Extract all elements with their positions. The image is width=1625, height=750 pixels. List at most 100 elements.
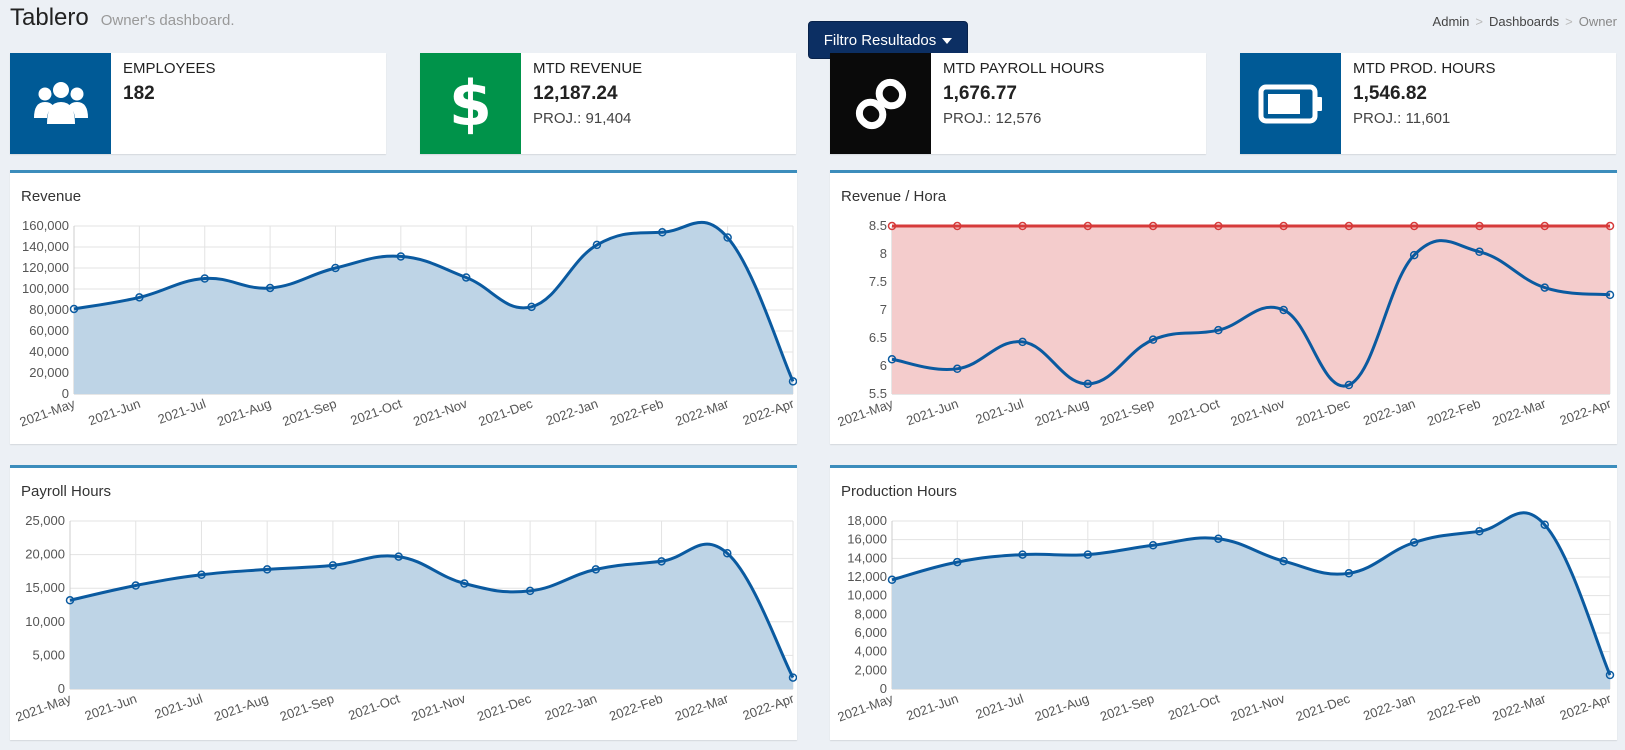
x-tick-label: 2022-Feb bbox=[1425, 691, 1482, 724]
y-tick-label: 80,000 bbox=[29, 302, 69, 317]
x-tick-label: 2021-Sep bbox=[1098, 396, 1156, 429]
y-tick-label: 7 bbox=[880, 302, 887, 317]
y-tick-label: 60,000 bbox=[29, 323, 69, 338]
x-tick-label: 2022-Mar bbox=[1490, 395, 1548, 428]
y-tick-label: 18,000 bbox=[847, 513, 887, 528]
dollar-icon: $ bbox=[420, 53, 521, 154]
breadcrumb: Admin > Dashboards > Owner bbox=[1433, 14, 1617, 29]
x-tick-label: 2021-Oct bbox=[1166, 396, 1222, 429]
x-tick-label: 2021-Aug bbox=[215, 396, 273, 429]
revenue-per-hour-chart: 5.566.577.588.52021-May 2021-Jun 2021-Jul 2… bbox=[836, 218, 1615, 430]
x-tick-label: 2022-Jan bbox=[1361, 396, 1417, 429]
y-tick-label: 120,000 bbox=[22, 260, 69, 275]
y-tick-label: 10,000 bbox=[25, 614, 65, 629]
x-tick-label: 2021-Oct bbox=[1166, 691, 1222, 724]
x-tick-label: 2021-Jun bbox=[86, 396, 142, 429]
page-title: Tablero bbox=[10, 4, 89, 31]
payroll-hours-chart-box: Payroll Hours 0 5,000 10,000 15,000 20,000 25… bbox=[10, 465, 797, 740]
x-tick-label: 2022-Apr bbox=[1558, 690, 1614, 723]
battery-icon bbox=[1240, 53, 1341, 154]
payroll-hours-chart: 05,00010,00015,00020,00025,0002021-May 20… bbox=[14, 513, 797, 725]
breadcrumb-admin[interactable]: Admin bbox=[1433, 14, 1470, 29]
y-tick-label: 14,000 bbox=[847, 550, 887, 565]
y-tick-label: 16,000 bbox=[847, 532, 887, 547]
page-subtitle: Owner's dashboard. bbox=[100, 12, 235, 29]
breadcrumb-owner: Owner bbox=[1578, 14, 1617, 29]
x-tick-label: 2021-May bbox=[836, 691, 896, 725]
y-tick-label: 6.5 bbox=[869, 330, 887, 345]
x-tick-label: 2021-Jun bbox=[904, 396, 960, 429]
x-tick-label: 2021-Jun bbox=[83, 691, 139, 724]
x-tick-label: 2022-Jan bbox=[544, 396, 600, 429]
y-tick-label: 6,000 bbox=[854, 625, 887, 640]
x-tick-label: 2021-Sep bbox=[278, 691, 336, 724]
x-tick-label: 2021-May bbox=[836, 396, 896, 430]
y-tick-label: 160,000 bbox=[22, 218, 69, 233]
x-tick-label: 2022-Feb bbox=[1425, 396, 1482, 429]
x-tick-label: 2021-Nov bbox=[1229, 691, 1288, 725]
y-tick-label: 40,000 bbox=[29, 344, 69, 359]
x-tick-label: 2021-Dec bbox=[1294, 691, 1353, 725]
page-header: Tablero Owner's dashboard. bbox=[10, 4, 235, 40]
x-tick-label: 2021-May bbox=[18, 396, 78, 430]
y-tick-label: 140,000 bbox=[22, 239, 69, 254]
x-tick-label: 2021-Dec bbox=[475, 691, 534, 725]
x-tick-label: 2021-Oct bbox=[348, 396, 404, 429]
y-tick-label: 100,000 bbox=[22, 281, 69, 296]
y-tick-label: 10,000 bbox=[847, 588, 887, 603]
production-hours-chart-box: Production Hours 0 2,000 4,000 6,000 8,000 10… bbox=[830, 465, 1617, 740]
info-label: EMPLOYEES bbox=[123, 60, 216, 77]
production-hours-chart: 02,0004,0006,0008,00010,00012,00014,0001… bbox=[836, 511, 1615, 725]
x-tick-label: 2021-Nov bbox=[411, 396, 470, 430]
info-label: MTD PAYROLL HOURS bbox=[943, 60, 1105, 77]
users-icon bbox=[10, 53, 111, 154]
info-projection: PROJ.: 11,601 bbox=[1353, 110, 1451, 127]
info-box-mtd-prod-hours: MTD PROD. HOURS 1,546.82 PROJ.: 11,601 bbox=[1240, 53, 1616, 154]
y-tick-label: 8 bbox=[880, 246, 887, 261]
x-tick-label: 2021-Jun bbox=[904, 691, 960, 724]
y-tick-label: 5,000 bbox=[32, 647, 65, 662]
y-tick-label: 4,000 bbox=[854, 644, 887, 659]
info-label: MTD REVENUE bbox=[533, 60, 643, 77]
x-tick-label: 2021-Jul bbox=[974, 691, 1026, 722]
x-tick-label: 2021-Jul bbox=[974, 396, 1026, 427]
info-number: 1,676.77 bbox=[943, 83, 1017, 104]
x-tick-label: 2022-Feb bbox=[607, 691, 664, 724]
x-tick-label: 2022-Apr bbox=[741, 690, 797, 723]
revenue-per-hour-chart-box: Revenue / Hora 5.5 6 6.5 7 7.5 8 8.5 2021-May 20… bbox=[830, 170, 1617, 444]
info-projection: PROJ.: 12,576 bbox=[943, 110, 1042, 127]
y-tick-label: 8,000 bbox=[854, 606, 887, 621]
x-tick-label: 2021-Aug bbox=[1033, 691, 1091, 724]
x-tick-label: 2021-Sep bbox=[1098, 691, 1156, 724]
breadcrumb-separator: > bbox=[1565, 14, 1573, 29]
x-tick-label: 2022-Jan bbox=[1361, 691, 1417, 724]
info-label: MTD PROD. HOURS bbox=[1353, 60, 1496, 77]
info-box-mtd-revenue: $ MTD REVENUE 12,187.24 PROJ.: 91,404 bbox=[420, 53, 796, 154]
series-area bbox=[892, 226, 1610, 394]
info-number: 12,187.24 bbox=[533, 83, 618, 104]
x-tick-label: 2021-Dec bbox=[476, 396, 535, 430]
x-tick-label: 2021-May bbox=[14, 691, 74, 725]
x-tick-label: 2022-Apr bbox=[1558, 395, 1614, 428]
breadcrumb-dashboards[interactable]: Dashboards bbox=[1489, 14, 1559, 29]
y-tick-label: 15,000 bbox=[25, 580, 65, 595]
x-tick-label: 2021-Nov bbox=[1229, 396, 1288, 430]
breadcrumb-separator: > bbox=[1475, 14, 1483, 29]
series-area bbox=[70, 544, 793, 689]
x-tick-label: 2021-Nov bbox=[409, 691, 468, 725]
y-tick-label: 2,000 bbox=[854, 662, 887, 677]
filter-results-label: Filtro Resultados bbox=[823, 31, 937, 49]
caret-down-icon bbox=[942, 38, 953, 44]
info-number: 182 bbox=[123, 83, 155, 104]
revenue-chart: 020,00040,00060,00080,000100,000120,0001… bbox=[18, 218, 797, 430]
y-tick-label: 25,000 bbox=[25, 513, 65, 528]
x-tick-label: 2021-Oct bbox=[346, 691, 402, 724]
chain-link-icon bbox=[830, 53, 931, 154]
x-tick-label: 2021-Sep bbox=[280, 396, 338, 429]
x-tick-label: 2021-Jul bbox=[152, 691, 204, 722]
info-box-mtd-payroll-hours: MTD PAYROLL HOURS 1,676.77 PROJ.: 12,576 bbox=[830, 53, 1206, 154]
x-tick-label: 2021-Aug bbox=[212, 691, 270, 724]
x-tick-label: 2022-Mar bbox=[1490, 690, 1548, 723]
y-tick-label: 7.5 bbox=[869, 274, 887, 289]
y-tick-label: 12,000 bbox=[847, 569, 887, 584]
